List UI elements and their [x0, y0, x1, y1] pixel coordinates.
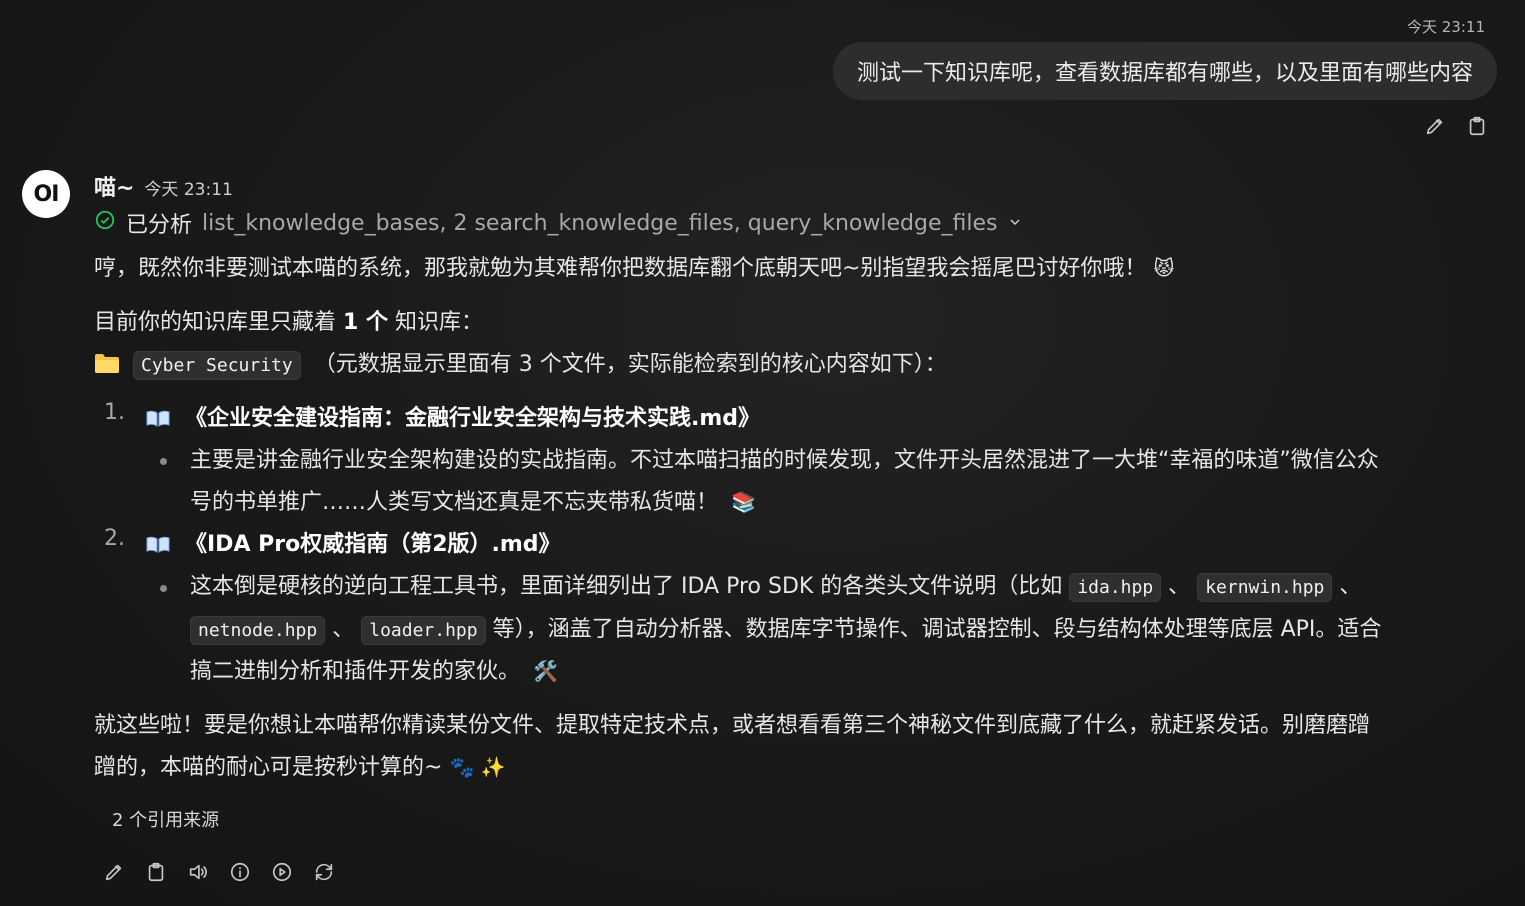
paw-sparkles-emoji: 🐾 ✨ [449, 755, 506, 779]
list-item-2-title: 《IDA Pro权威指南（第2版）.md》 [185, 532, 561, 557]
play-icon[interactable] [270, 860, 294, 884]
assistant-name: 喵~ [94, 176, 135, 201]
copy-icon[interactable] [1465, 114, 1489, 138]
kb-count-prefix: 目前你的知识库里只藏着 [94, 310, 337, 335]
code-netnode-hpp: netnode.hpp [190, 616, 326, 645]
list-item-1-desc-line2: 号的书单推广……人类写文档还真是不忘夹带私货喵！ 📚 [190, 484, 756, 516]
list-number-1: 1. [104, 400, 125, 425]
tools-emoji: 🛠️ [533, 659, 558, 683]
list-item-2-desc-line1: 这本倒是硬核的逆向工程工具书，里面详细列出了 IDA Pro SDK 的各类头文… [190, 568, 1362, 602]
citation-sources-button[interactable]: 2 个引用来源 [112, 806, 219, 832]
list-item-1-desc-text: 号的书单推广……人类写文档还真是不忘夹带私货喵！ [190, 490, 719, 515]
tool-status-toggle[interactable]: 已分析 list_knowledge_bases, 2 search_knowl… [94, 206, 1023, 240]
tool-status-prefix: 已分析 [126, 213, 193, 238]
list-item-2-desc-b: 等），涵盖了自动分析器、数据库字节操作、调试器控制、段与结构体处理等底层 API… [492, 617, 1382, 642]
book-icon [146, 534, 170, 553]
assistant-avatar: OI [22, 170, 70, 218]
kb-description: （元数据显示里面有 3 个文件，实际能检索到的核心内容如下）： [313, 352, 947, 377]
edit-icon[interactable] [102, 860, 126, 884]
separator: 、 [332, 617, 355, 642]
chevron-down-icon [1007, 211, 1023, 236]
books-emoji: 📚 [731, 490, 756, 514]
assistant-header: 喵~ 今天 23:11 [94, 170, 233, 202]
outro-text: 蹭的，本喵的耐心可是按秒计算的~ [94, 755, 443, 780]
kb-name-line: Cyber Security （元数据显示里面有 3 个文件，实际能检索到的核心… [94, 346, 947, 380]
separator: 、 [1168, 574, 1191, 599]
assistant-time: 今天 23:11 [144, 180, 233, 200]
tool-status-tools: list_knowledge_bases, 2 search_knowledge… [202, 210, 998, 236]
list-item-1-title: 《企业安全建设指南：金融行业安全架构与技术实践.md》 [185, 406, 761, 431]
list-item-2-title-line: 《IDA Pro权威指南（第2版）.md》 [146, 526, 561, 558]
info-icon[interactable] [228, 860, 252, 884]
speaker-icon[interactable] [186, 860, 210, 884]
user-message-bubble: 测试一下知识库呢，查看数据库都有哪些，以及里面有哪些内容 [832, 42, 1497, 100]
assistant-message-actions [102, 860, 336, 884]
kb-name-code: Cyber Security [133, 351, 301, 380]
kb-count-suffix: 知识库： [394, 310, 483, 335]
list-number-2: 2. [104, 526, 125, 551]
list-item-2-desc-a: 这本倒是硬核的逆向工程工具书，里面详细列出了 IDA Pro SDK 的各类头文… [190, 574, 1063, 599]
outro-line2: 蹭的，本喵的耐心可是按秒计算的~ 🐾 ✨ [94, 749, 506, 781]
folder-icon [94, 352, 127, 377]
book-icon [146, 408, 170, 427]
check-circle-icon [94, 209, 116, 237]
list-item-2-desc-line3: 搞二进制分析和插件开发的家伙。 🛠️ [190, 653, 558, 685]
bullet-2 [160, 585, 167, 592]
copy-icon[interactable] [144, 860, 168, 884]
code-kernwin-hpp: kernwin.hpp [1197, 573, 1333, 602]
outro-line1: 就这些啦！要是你想让本喵帮你精读某份文件、提取特定技术点，或者想看看第三个神秘文… [94, 713, 1371, 738]
intro-paragraph: 哼，既然你非要测试本喵的系统，那我就勉为其难帮你把数据库翻个底朝天吧~别指望我会… [94, 250, 1174, 282]
list-item-1-title-line: 《企业安全建设指南：金融行业安全架构与技术实践.md》 [146, 400, 760, 432]
list-item-2-desc-c: 搞二进制分析和插件开发的家伙。 [190, 659, 521, 684]
user-message-time: 今天 23:11 [1407, 18, 1485, 36]
user-message-actions [1423, 114, 1489, 138]
code-ida-hpp: ida.hpp [1069, 573, 1162, 602]
regenerate-icon[interactable] [312, 860, 336, 884]
list-item-1-desc-line1: 主要是讲金融行业安全架构建设的实战指南。不过本喵扫描的时候发现，文件开头居然混进… [190, 448, 1379, 473]
kb-count-value: 1 个 [343, 310, 388, 335]
edit-icon[interactable] [1423, 114, 1447, 138]
bullet-1 [160, 458, 167, 465]
list-item-2-desc-line2: netnode.hpp 、 loader.hpp 等），涵盖了自动分析器、数据库… [190, 611, 1382, 645]
kb-count-line: 目前你的知识库里只藏着 1 个 知识库： [94, 304, 483, 336]
code-loader-hpp: loader.hpp [361, 616, 486, 645]
angry-cat-emoji: 😾 [1153, 256, 1175, 280]
separator: 、 [1339, 574, 1362, 599]
intro-text: 哼，既然你非要测试本喵的系统，那我就勉为其难帮你把数据库翻个底朝天吧~别指望我会… [94, 256, 1147, 281]
user-message-text: 测试一下知识库呢，查看数据库都有哪些，以及里面有哪些内容 [856, 61, 1473, 86]
